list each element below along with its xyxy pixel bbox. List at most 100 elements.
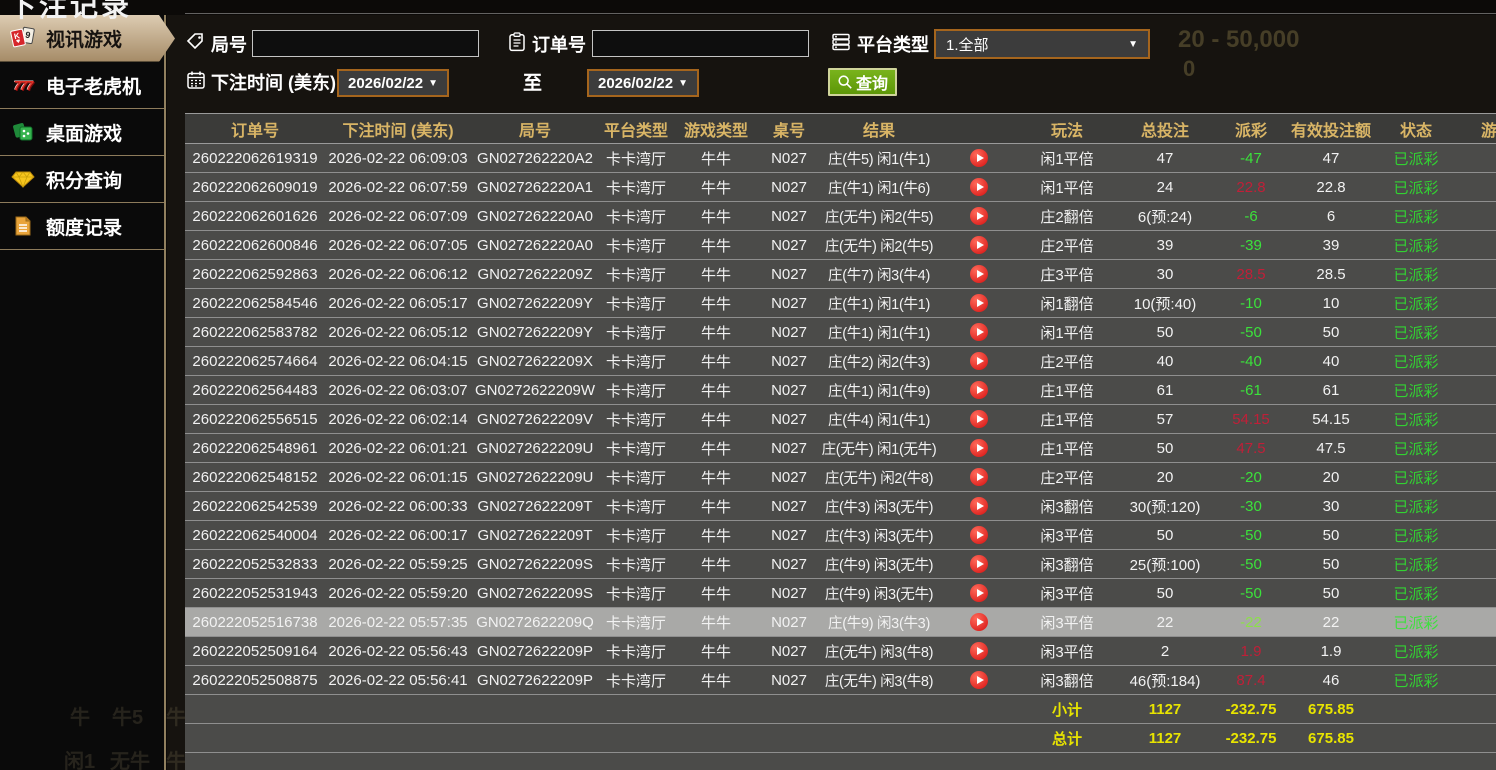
- replay-play-button[interactable]: [970, 352, 988, 370]
- cell-total-bet: 39: [1115, 237, 1215, 254]
- replay-play-button[interactable]: [970, 526, 988, 544]
- table-row[interactable]: 260222062600846 2026-02-22 06:07:05 GN02…: [185, 231, 1496, 260]
- replay-play-button[interactable]: [970, 149, 988, 167]
- cell-valid-bet: 50: [1287, 527, 1375, 544]
- cell-play-type: 庄2平倍: [1019, 351, 1115, 372]
- cell-valid-bet: 50: [1287, 324, 1375, 341]
- cell-bet-time: 2026-02-22 06:01:15: [325, 469, 471, 486]
- cell-order-no: 260222062564483: [185, 382, 325, 399]
- table-row[interactable]: 260222062556515 2026-02-22 06:02:14 GN02…: [185, 405, 1496, 434]
- replay-play-button[interactable]: [970, 642, 988, 660]
- replay-play-button[interactable]: [970, 439, 988, 457]
- cell-order-no: 260222062600846: [185, 237, 325, 254]
- cell-play-type: 闲3平倍: [1019, 612, 1115, 633]
- subtotal-total-bet: 1127: [1115, 701, 1215, 718]
- table-row[interactable]: 260222062583782 2026-02-22 06:05:12 GN02…: [185, 318, 1496, 347]
- cell-payout: -50: [1215, 324, 1287, 341]
- date-from-select[interactable]: 2026/02/22 ▼: [337, 69, 449, 97]
- sidebar-item-points[interactable]: 积分查询: [0, 156, 164, 203]
- date-to-select[interactable]: 2026/02/22 ▼: [587, 69, 699, 97]
- replay-play-button[interactable]: [970, 265, 988, 283]
- cell-replay: [939, 526, 1019, 544]
- sidebar-item-slots[interactable]: 777 电子老虎机: [0, 62, 164, 109]
- table-row[interactable]: 260222062564483 2026-02-22 06:03:07 GN02…: [185, 376, 1496, 405]
- table-row[interactable]: 260222062584546 2026-02-22 06:05:17 GN02…: [185, 289, 1496, 318]
- platform-type-select[interactable]: 1.全部 ▼: [934, 29, 1150, 59]
- cell-bet-time: 2026-02-22 06:07:59: [325, 179, 471, 196]
- table-row[interactable]: 260222052509164 2026-02-22 05:56:43 GN02…: [185, 637, 1496, 666]
- cell-platform: 卡卡湾厅: [599, 554, 673, 575]
- grand-total-label: 总计: [1019, 728, 1115, 749]
- table-row[interactable]: 260222062542539 2026-02-22 06:00:33 GN02…: [185, 492, 1496, 521]
- table-row[interactable]: 260222062609019 2026-02-22 06:07:59 GN02…: [185, 173, 1496, 202]
- cell-valid-bet: 61: [1287, 382, 1375, 399]
- replay-play-button[interactable]: [970, 294, 988, 312]
- grand-total-row: 总计 1127 -232.75 675.85: [185, 724, 1496, 753]
- replay-play-button[interactable]: [970, 323, 988, 341]
- replay-play-button[interactable]: [970, 410, 988, 428]
- chevron-down-icon: ▼: [678, 78, 688, 89]
- cell-game-type: 牛牛: [673, 177, 759, 198]
- cell-total-bet: 50: [1115, 440, 1215, 457]
- cell-result: 庄(牛4) 闲1(牛1): [819, 409, 939, 430]
- cell-round-no: GN027262220A0: [471, 237, 599, 254]
- table-row[interactable]: 260222052531943 2026-02-22 05:59:20 GN02…: [185, 579, 1496, 608]
- cell-order-no: 260222062540004: [185, 527, 325, 544]
- table-row[interactable]: 260222062574664 2026-02-22 06:04:15 GN02…: [185, 347, 1496, 376]
- table-row[interactable]: 260222062592863 2026-02-22 06:06:12 GN02…: [185, 260, 1496, 289]
- order-no-input[interactable]: [592, 30, 809, 57]
- cell-status: 已派彩: [1375, 293, 1457, 314]
- replay-play-button[interactable]: [970, 236, 988, 254]
- replay-play-button[interactable]: [970, 584, 988, 602]
- cell-table-no: N027: [759, 353, 819, 370]
- replay-play-button[interactable]: [970, 671, 988, 689]
- cell-order-no: 260222052509164: [185, 643, 325, 660]
- grand-total-valid-bet: 675.85: [1287, 730, 1375, 747]
- bet-time-label: 下注时间 (美东): [211, 69, 336, 95]
- col-game-type: 游戏类型: [673, 117, 759, 141]
- replay-play-button[interactable]: [970, 468, 988, 486]
- replay-play-button[interactable]: [970, 613, 988, 631]
- replay-play-button[interactable]: [970, 497, 988, 515]
- replay-play-button[interactable]: [970, 207, 988, 225]
- replay-play-button[interactable]: [970, 178, 988, 196]
- replay-play-button[interactable]: [970, 381, 988, 399]
- cell-table-no: N027: [759, 324, 819, 341]
- cell-game-type: 牛牛: [673, 467, 759, 488]
- cell-round-no: GN0272622209Y: [471, 295, 599, 312]
- cell-result: 庄(无牛) 闲2(牛5): [819, 206, 939, 227]
- table-row[interactable]: 260222062619319 2026-02-22 06:09:03 GN02…: [185, 144, 1496, 173]
- subtotal-row: 小计 1127 -232.75 675.85: [185, 695, 1496, 724]
- cell-game-type: 牛牛: [673, 409, 759, 430]
- replay-play-button[interactable]: [970, 555, 988, 573]
- cell-play-type: 闲3翻倍: [1019, 496, 1115, 517]
- cell-status: 已派彩: [1375, 612, 1457, 633]
- cell-play-type: 闲1翻倍: [1019, 293, 1115, 314]
- table-row[interactable]: 260222062548152 2026-02-22 06:01:15 GN02…: [185, 463, 1496, 492]
- cell-table-no: N027: [759, 150, 819, 167]
- cell-total-bet: 30(预:120): [1115, 496, 1215, 517]
- cell-order-no: 260222062556515: [185, 411, 325, 428]
- cell-total-bet: 10(预:40): [1115, 293, 1215, 314]
- table-row[interactable]: 260222062548961 2026-02-22 06:01:21 GN02…: [185, 434, 1496, 463]
- sidebar-item-table-games[interactable]: 桌面游戏: [0, 109, 164, 156]
- table-row[interactable]: 260222052516738 2026-02-22 05:57:35 GN02…: [185, 608, 1496, 637]
- sidebar-item-credit-records[interactable]: 额度记录: [0, 203, 164, 250]
- table-bottom-strip: [185, 753, 1496, 770]
- cell-play-type: 闲1平倍: [1019, 322, 1115, 343]
- cell-status: 已派彩: [1375, 525, 1457, 546]
- cell-round-no: GN0272622209T: [471, 527, 599, 544]
- cell-platform: 卡卡湾厅: [599, 670, 673, 691]
- cell-bet-time: 2026-02-22 06:00:33: [325, 498, 471, 515]
- table-row[interactable]: 260222052532833 2026-02-22 05:59:25 GN02…: [185, 550, 1496, 579]
- table-row[interactable]: 260222052508875 2026-02-22 05:56:41 GN02…: [185, 666, 1496, 695]
- table-row[interactable]: 260222062601626 2026-02-22 06:07:09 GN02…: [185, 202, 1496, 231]
- document-icon: [9, 215, 37, 237]
- cell-play-type: 闲1平倍: [1019, 148, 1115, 169]
- round-no-input[interactable]: [252, 30, 479, 57]
- col-valid-bet: 有效投注额: [1287, 117, 1375, 141]
- cell-game-type: 牛牛: [673, 206, 759, 227]
- table-row[interactable]: 260222062540004 2026-02-22 06:00:17 GN02…: [185, 521, 1496, 550]
- search-button[interactable]: 查询: [828, 68, 897, 96]
- cell-total-bet: 20: [1115, 469, 1215, 486]
